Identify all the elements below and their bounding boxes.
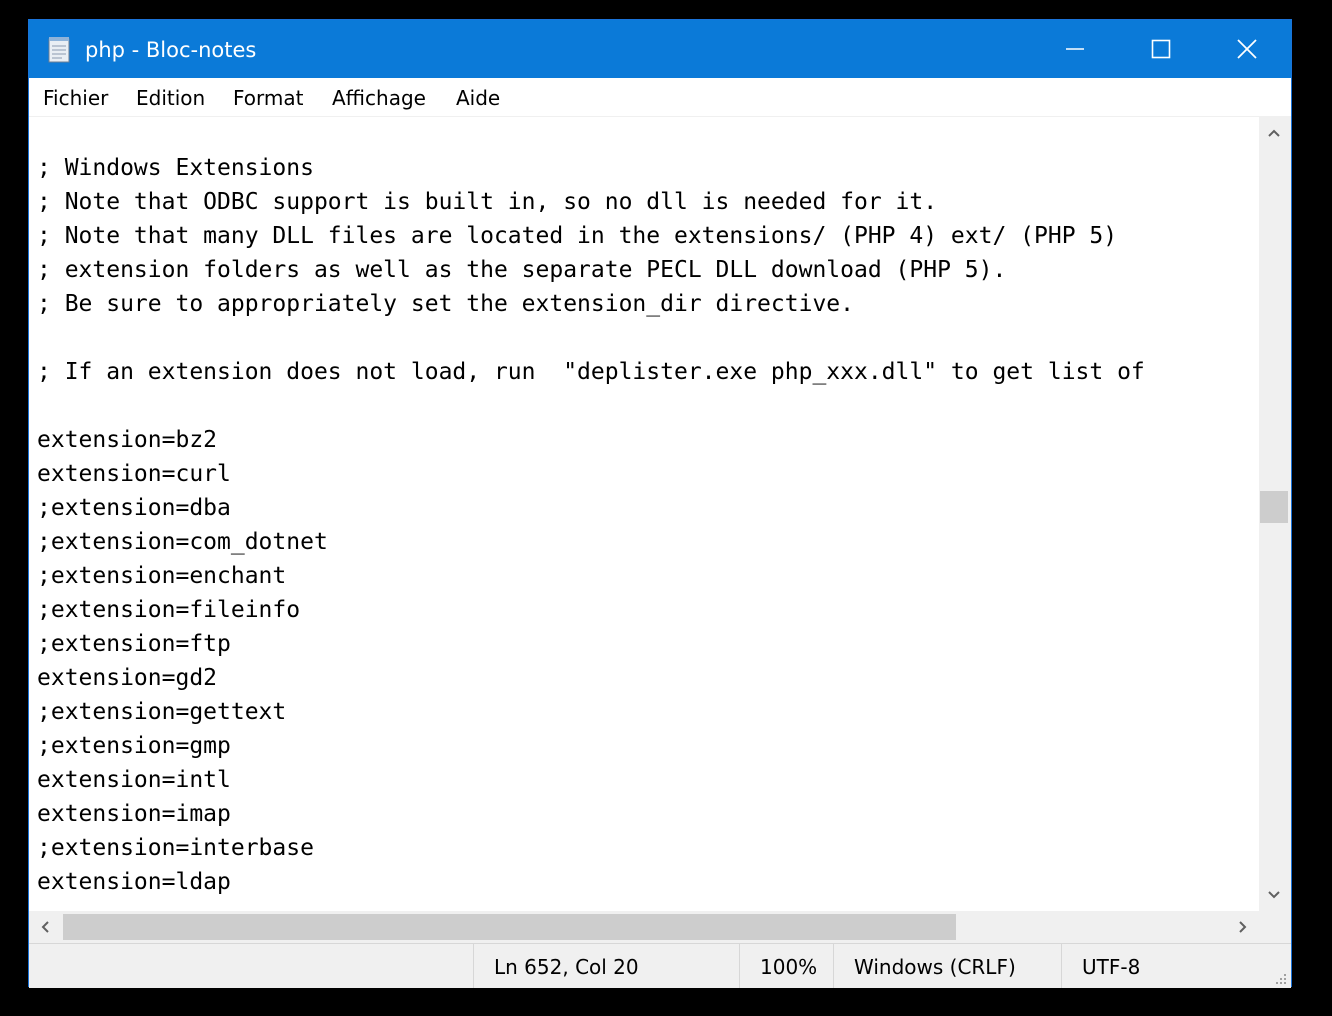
- status-line-ending: Windows (CRLF): [833, 944, 1061, 988]
- text-line[interactable]: extension=gd2: [37, 661, 217, 695]
- status-bar: Ln 652, Col 20 100% Windows (CRLF) UTF-8: [29, 943, 1291, 988]
- chevron-up-icon: [1268, 129, 1280, 137]
- status-encoding: UTF-8: [1061, 944, 1261, 988]
- text-line[interactable]: ; extension folders as well as the separ…: [37, 253, 1006, 287]
- scroll-right-button[interactable]: [1227, 911, 1259, 943]
- horizontal-scrollbar[interactable]: [29, 911, 1259, 943]
- close-icon: [1237, 39, 1257, 59]
- text-line[interactable]: extension=imap: [37, 797, 231, 831]
- scroll-up-button[interactable]: [1259, 117, 1289, 149]
- text-line[interactable]: ; Be sure to appropriately set the exten…: [37, 287, 854, 321]
- text-line[interactable]: ;extension=enchant: [37, 559, 286, 593]
- minimize-icon: [1066, 48, 1084, 50]
- scrollbar-corner: [1259, 911, 1291, 943]
- text-line[interactable]: ;extension=gettext: [37, 695, 286, 729]
- close-button[interactable]: [1204, 20, 1290, 78]
- status-zoom: 100%: [739, 944, 833, 988]
- horizontal-scroll-thumb[interactable]: [63, 914, 956, 940]
- text-line[interactable]: ;extension=gmp: [37, 729, 231, 763]
- text-line[interactable]: extension=ldap: [37, 865, 231, 899]
- resize-grip-icon[interactable]: [1274, 971, 1288, 985]
- chevron-right-icon: [1239, 921, 1247, 933]
- window-title: php - Bloc-notes: [85, 38, 257, 62]
- chevron-down-icon: [1268, 891, 1280, 899]
- menu-edition[interactable]: Edition: [136, 78, 205, 116]
- title-bar[interactable]: php - Bloc-notes: [29, 20, 1291, 78]
- text-line[interactable]: extension=curl: [37, 457, 231, 491]
- text-line[interactable]: ;extension=ftp: [37, 627, 231, 661]
- menu-format[interactable]: Format: [233, 78, 303, 116]
- text-line[interactable]: ; Note that many DLL files are located i…: [37, 219, 1117, 253]
- menu-aide[interactable]: Aide: [456, 78, 500, 116]
- vertical-scroll-thumb[interactable]: [1260, 491, 1288, 523]
- scroll-down-button[interactable]: [1259, 879, 1289, 911]
- text-line[interactable]: extension=bz2: [37, 423, 217, 457]
- text-line[interactable]: ;extension=dba: [37, 491, 231, 525]
- maximize-icon: [1151, 39, 1171, 59]
- menu-bar: Fichier Edition Format Affichage Aide: [29, 78, 1291, 117]
- text-line[interactable]: ;extension=fileinfo: [37, 593, 300, 627]
- notepad-icon[interactable]: [47, 35, 71, 63]
- status-cursor-position: Ln 652, Col 20: [473, 944, 739, 988]
- text-line[interactable]: extension=intl: [37, 763, 231, 797]
- vertical-scrollbar[interactable]: [1259, 117, 1291, 911]
- text-line[interactable]: ; Note that ODBC support is built in, so…: [37, 185, 937, 219]
- menu-fichier[interactable]: Fichier: [43, 78, 108, 116]
- maximize-button[interactable]: [1118, 20, 1204, 78]
- minimize-button[interactable]: [1032, 20, 1118, 78]
- text-editor[interactable]: ; Windows Extensions ; Note that ODBC su…: [29, 117, 1259, 911]
- chevron-left-icon: [41, 921, 49, 933]
- text-line[interactable]: ; Windows Extensions: [37, 151, 314, 185]
- notepad-window: php - Bloc-notes Fichier Edition Format …: [28, 19, 1292, 988]
- text-line[interactable]: ; If an extension does not load, run "de…: [37, 355, 1145, 389]
- text-line[interactable]: ;extension=interbase: [37, 831, 314, 865]
- menu-affichage[interactable]: Affichage: [332, 78, 426, 116]
- scroll-left-button[interactable]: [29, 911, 61, 943]
- text-line[interactable]: ;extension=com_dotnet: [37, 525, 328, 559]
